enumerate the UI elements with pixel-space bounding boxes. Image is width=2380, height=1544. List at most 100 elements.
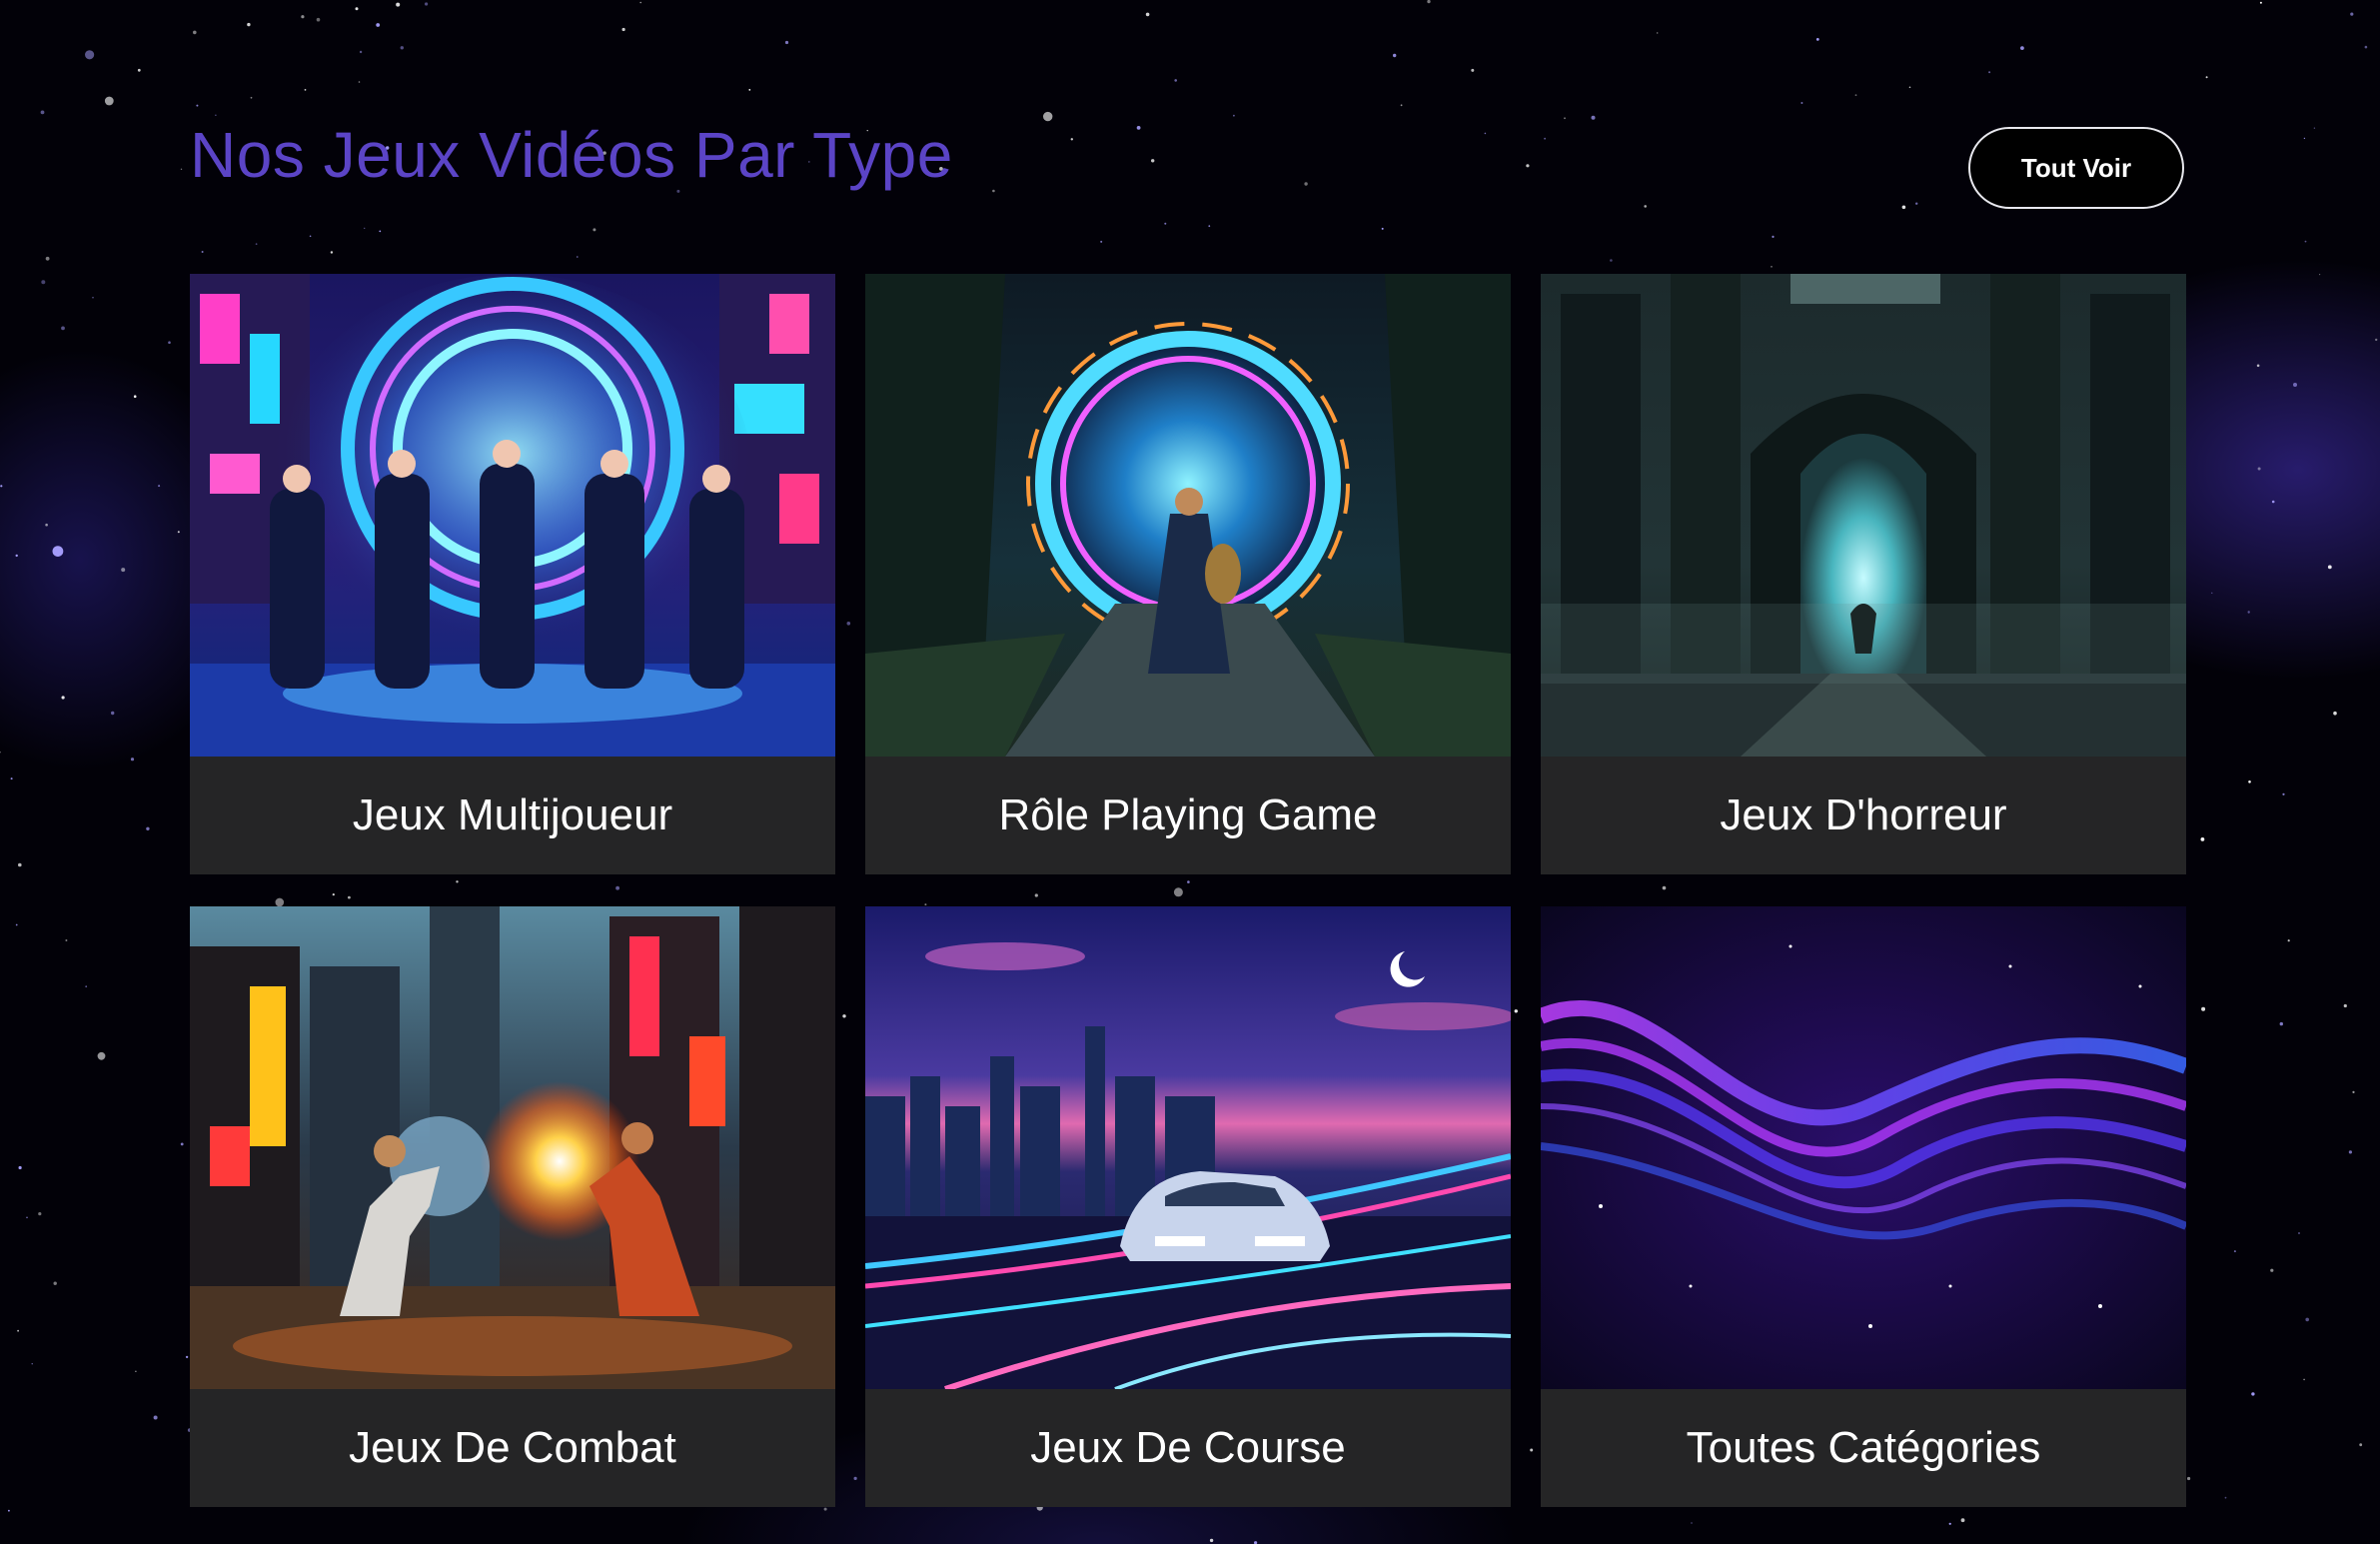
star-dot (364, 227, 366, 230)
star-dot (376, 23, 381, 27)
star-dot (992, 189, 995, 193)
star-dot (0, 485, 3, 488)
category-grid: Jeux Multijoueur Rôle Playing Game Jeux … (190, 274, 2186, 1507)
category-card-all[interactable]: Toutes Catégories (1541, 906, 2186, 1507)
star-dot (1591, 115, 1596, 120)
star-dot (52, 546, 64, 557)
see-all-button[interactable]: Tout Voir (1968, 127, 2184, 209)
star-dot (2364, 45, 2368, 49)
star-dot (111, 711, 115, 716)
star-dot (2313, 127, 2316, 129)
star-dot (2350, 12, 2354, 16)
category-card-racing[interactable]: Jeux De Course (865, 906, 1511, 1507)
star-dot (1526, 164, 1530, 168)
star-dot (1691, 1522, 1693, 1524)
fighting-thumbnail (190, 906, 835, 1389)
star-dot (330, 251, 334, 254)
star-dot (2352, 1090, 2355, 1093)
category-label: Rôle Playing Game (998, 790, 1378, 839)
star-dot (215, 114, 217, 116)
star-dot (358, 81, 361, 83)
star-dot (748, 89, 751, 91)
star-dot (1948, 1522, 1951, 1525)
rpg-thumbnail (865, 274, 1511, 757)
star-dot (1393, 53, 1397, 58)
star-dot (180, 168, 183, 170)
star-dot (1772, 235, 1775, 238)
star-dot (1988, 71, 1991, 74)
star-dot (1427, 0, 1431, 4)
star-dot (359, 50, 363, 54)
multiplayer-thumbnail (190, 274, 835, 757)
star-dot (2211, 592, 2213, 594)
star-dot (2303, 1378, 2305, 1381)
star-dot (2279, 1021, 2283, 1026)
star-dot (1136, 126, 1141, 130)
star-dot (823, 1507, 827, 1511)
star-dot (65, 939, 68, 941)
star-dot (1174, 79, 1177, 82)
star-dot (153, 1415, 158, 1420)
star-dot (2251, 1392, 2255, 1396)
category-card-rpg[interactable]: Rôle Playing Game (865, 274, 1511, 874)
star-dot (2248, 780, 2251, 783)
star-dot (85, 50, 95, 60)
star-dot (1657, 32, 1659, 34)
star-dot (1564, 117, 1566, 120)
star-dot (2333, 711, 2337, 716)
star-dot (301, 15, 305, 19)
star-dot (2359, 1443, 2363, 1447)
star-dot (104, 96, 114, 106)
page: Nos Jeux Vidéos Par Type Tout Voir Jeux … (0, 0, 2380, 1544)
star-dot (355, 7, 359, 11)
star-dot (2303, 137, 2306, 140)
star-dot (1164, 222, 1167, 225)
star-dot (2256, 364, 2260, 368)
star-dot (2270, 1268, 2274, 1272)
star-dot (180, 1142, 184, 1146)
star-dot (168, 341, 171, 345)
star-dot (15, 554, 18, 558)
category-card-fighting[interactable]: Jeux De Combat (190, 906, 835, 1507)
star-dot (255, 243, 258, 246)
category-card-horror[interactable]: Jeux D'horreur (1541, 274, 2186, 874)
star-dot (40, 110, 45, 115)
star-dot (2257, 467, 2261, 471)
star-dot (10, 777, 13, 780)
category-label: Jeux D'horreur (1720, 790, 2007, 839)
star-dot (133, 395, 137, 399)
star-dot (1901, 205, 1906, 210)
star-dot (1771, 266, 1773, 268)
star-dot (304, 89, 307, 91)
category-card-multiplayer[interactable]: Jeux Multijoueur (190, 274, 835, 874)
star-dot (137, 68, 141, 72)
star-dot (201, 251, 204, 253)
star-dot (38, 1212, 42, 1216)
star-dot (18, 862, 22, 867)
star-dot (2287, 939, 2290, 942)
star-dot (1915, 202, 1918, 205)
star-dot (121, 568, 126, 573)
star-dot (2293, 383, 2297, 387)
star-dot (1800, 102, 1803, 104)
star-dot (2319, 274, 2321, 276)
star-dot (639, 1, 641, 4)
star-dot (1233, 114, 1235, 117)
star-dot (2298, 1232, 2300, 1234)
star-dot (309, 235, 312, 238)
star-dot (196, 104, 199, 107)
star-dot (400, 46, 404, 50)
star-dot (1151, 159, 1155, 163)
star-dot (2233, 1250, 2236, 1253)
all-categories-thumbnail (1541, 906, 2186, 1389)
star-dot (0, 752, 1, 754)
star-dot (1854, 94, 1857, 97)
star-dot (577, 256, 579, 258)
star-dot (41, 280, 46, 285)
star-dot (425, 2, 429, 6)
star-dot (2348, 1150, 2352, 1154)
star-dot (2200, 837, 2205, 841)
star-dot (1484, 132, 1487, 135)
star-dot (247, 22, 251, 27)
star-dot (1043, 111, 1053, 122)
